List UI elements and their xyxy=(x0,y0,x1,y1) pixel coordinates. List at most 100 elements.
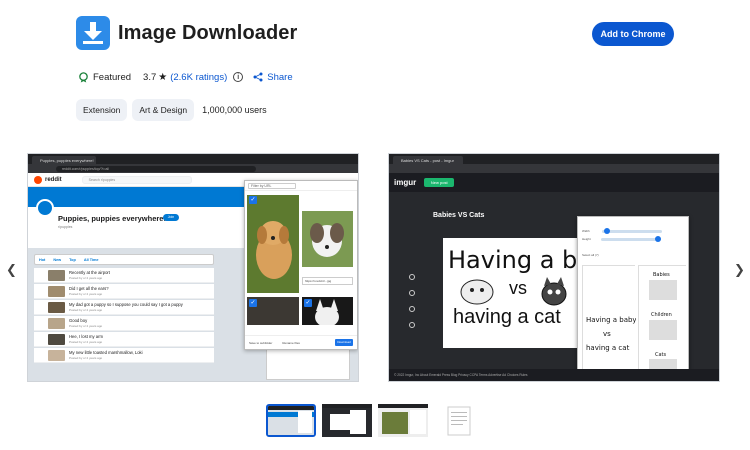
share-icon xyxy=(253,72,263,82)
favorite-icon xyxy=(409,306,415,312)
add-to-chrome-button[interactable]: Add to Chrome xyxy=(592,22,674,46)
popup-footer: Save to subfolder Rename files Download xyxy=(245,335,357,349)
chevron-left-icon[interactable]: ❮ xyxy=(6,262,17,278)
chevron-right-icon[interactable]: ❯ xyxy=(734,262,745,278)
slider-knob xyxy=(603,227,610,234)
extension-popup: Width Height Select all (7) Having a bab… xyxy=(577,216,689,381)
info-icon[interactable]: i xyxy=(233,72,244,82)
height-filter: Height xyxy=(578,235,688,243)
select-all-row: Select all (7) xyxy=(578,251,688,259)
svg-text:Children: Children xyxy=(651,312,672,318)
width-label: Width xyxy=(582,229,590,233)
download-icon xyxy=(83,22,103,44)
featured-badge[interactable]: Featured xyxy=(78,72,131,83)
select-all-label: Select all (7) xyxy=(582,253,599,257)
comic-image: Babies Children Cats xyxy=(639,266,687,374)
height-label: Height xyxy=(582,237,591,241)
share-button[interactable]: Share xyxy=(253,71,293,83)
thumb-image xyxy=(322,404,372,437)
post-meta: Posted by u/ 2 years ago xyxy=(69,308,103,312)
post-thumbnail xyxy=(48,318,65,329)
feed-post: My new little toasted marshmallow, Loki … xyxy=(34,348,214,363)
popup-image xyxy=(302,211,353,267)
cat-drawing-icon xyxy=(541,277,567,306)
dog-image xyxy=(302,211,353,267)
screenshot-imgur[interactable]: Babies VS Cats - post - Imgur imgur New … xyxy=(388,153,720,382)
sort-top: Top xyxy=(69,257,76,262)
checkbox-checked-icon: ✓ xyxy=(249,299,257,307)
chip-art-design[interactable]: Art & Design xyxy=(132,99,195,121)
image-caption-vs: vs xyxy=(509,278,527,298)
extension-popup: Filter by URL https://i.redd.it/...jpg ✓… xyxy=(244,180,358,350)
post-thumbnail xyxy=(48,350,65,361)
rating-value: 3.7 xyxy=(143,71,157,83)
subreddit-icon xyxy=(36,199,54,217)
imgur-logo: imgur xyxy=(394,178,417,187)
ratings-link[interactable]: (2.6K ratings) xyxy=(170,72,227,83)
svg-text:vs: vs xyxy=(603,330,611,338)
popup-image: Babies Children Cats xyxy=(638,265,687,374)
sort-new: New xyxy=(53,257,62,262)
popup-download-button: Download xyxy=(335,339,353,346)
star-icon: ★ xyxy=(158,71,168,83)
post-title: My new little toasted marshmallow, Loki xyxy=(69,350,143,355)
popup-image-url: https://i.redd.it/...jpg xyxy=(302,277,353,285)
browser-tabbar: Puppies, puppies everywhere! xyxy=(28,154,358,164)
browser-tabbar: Babies VS Cats - post - Imgur xyxy=(389,154,719,164)
category-chips: Extension Art & Design 1,000,000 users xyxy=(76,99,267,121)
subreddit-name: r/puppies xyxy=(58,225,73,229)
slider-knob xyxy=(654,235,661,242)
image-caption-2: having a cat xyxy=(453,306,561,328)
user-count: 1,000,000 users xyxy=(202,105,267,115)
browser-tab: Babies VS Cats - post - Imgur xyxy=(393,156,463,164)
popup-image: Having a baby vs having a cat xyxy=(582,265,637,374)
imgur-footer: © 2022 Imgur, Inc About Emerald Press Bl… xyxy=(389,369,719,381)
screenshot-thumb-4[interactable] xyxy=(434,404,484,437)
browser-tab: Puppies, puppies everywhere! xyxy=(32,156,96,164)
screenshot-reddit[interactable]: Puppies, puppies everywhere! reddit.com/… xyxy=(27,153,359,382)
featured-badge-icon xyxy=(79,71,88,83)
browser-addressbar: reddit.com/r/puppies/top/?t=all xyxy=(28,164,358,173)
popup-image xyxy=(247,195,299,293)
feed-post: Did I get all the ears? Posted by u/ 2 y… xyxy=(34,284,214,299)
sort-hot: Hot xyxy=(39,257,46,262)
imgur-body: Babies VS Cats Having a baby vs having a… xyxy=(389,192,719,381)
width-slider xyxy=(601,227,662,234)
thumb-image xyxy=(268,406,314,435)
imgur-header: imgur New post xyxy=(389,173,719,192)
svg-text:Having a baby: Having a baby xyxy=(586,316,636,324)
popup-save-folder: Save to subfolder xyxy=(249,340,273,345)
checkbox-checked-icon: ✓ xyxy=(304,299,312,307)
checkbox-checked-icon: ✓ xyxy=(249,196,257,204)
chip-extension[interactable]: Extension xyxy=(76,99,128,121)
post-title: Good boy xyxy=(69,318,88,323)
feed-post: Recently at the airport Posted by u/ 2 y… xyxy=(34,268,214,283)
meta-row: Featured 3.7 ★ (2.6K ratings) i Share xyxy=(78,69,293,85)
screenshot-thumb-3[interactable] xyxy=(378,404,428,437)
screenshot-thumb-2[interactable] xyxy=(322,404,372,437)
share-label: Share xyxy=(267,71,293,83)
popup-image-grid: https://i.redd.it/...jpg ✓ ✓ ✓ xyxy=(245,191,357,331)
app-title: Image Downloader xyxy=(118,22,298,44)
width-filter: Width xyxy=(578,227,688,235)
feed-post: Good boy Posted by u/ 2 years ago xyxy=(34,316,214,331)
post-meta: Posted by u/ 2 years ago xyxy=(69,356,103,360)
post-title: My dad got a puppy so I suppose you coul… xyxy=(69,302,183,307)
svg-text:Cats: Cats xyxy=(655,352,667,358)
downvote-icon xyxy=(409,290,415,296)
post-title: Did I get all the ears? xyxy=(69,286,109,291)
address-url: reddit.com/r/puppies/top/?t=all xyxy=(56,165,256,172)
feed-post: Hee, I lost my arm Posted by u/ 2 years … xyxy=(34,332,214,347)
post-meta: Posted by u/ 2 years ago xyxy=(69,276,103,280)
baby-drawing-icon xyxy=(460,279,494,305)
thumb-image xyxy=(434,404,484,437)
popup-filter-bar: Filter by URL xyxy=(245,181,357,191)
post-title: Recently at the airport xyxy=(69,270,110,275)
post-thumbnail xyxy=(48,286,65,297)
comic-image: Having a baby vs having a cat xyxy=(583,266,637,374)
featured-label: Featured xyxy=(93,71,132,83)
post-title: Babies VS Cats xyxy=(433,212,485,219)
screenshot-thumb-1[interactable] xyxy=(266,404,316,437)
post-meta: Posted by u/ 2 years ago xyxy=(69,292,103,296)
feed-post: My dad got a puppy so I suppose you coul… xyxy=(34,300,214,315)
